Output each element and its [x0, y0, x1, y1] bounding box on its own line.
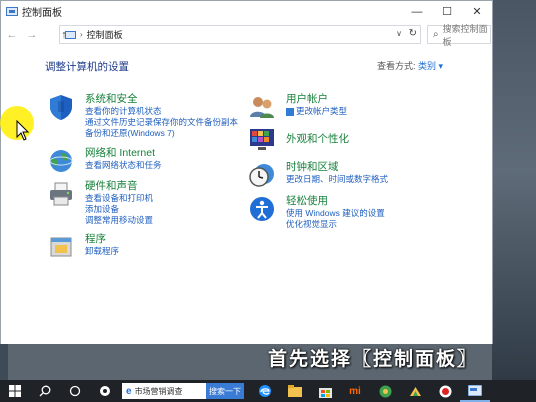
programs-link[interactable]: 卸载程序 — [85, 246, 119, 257]
printer-icon — [50, 182, 72, 206]
address-row: ← → ↑ › 控制面板 ∨ ↻ ⌕ 搜索控制面板 — [1, 24, 492, 47]
control-panel-icon — [65, 30, 76, 39]
browser-search-bar[interactable]: e 市场营销调查 搜索一下 — [122, 383, 244, 399]
record-icon[interactable] — [430, 380, 460, 402]
category-system-security: 系统和安全 查看你的计算机状态 通过文件历史记录保存你的文件备份副本 备份和还原… — [47, 93, 238, 139]
video-caption: 首先选择〖控制面板〗 — [268, 348, 479, 370]
category-hardware: 硬件和声音 查看设备和打印机 添加设备 调整常用移动设置 — [47, 180, 153, 226]
ease-of-access-icon — [250, 197, 274, 221]
desktop-background-right — [492, 0, 536, 380]
edge-icon[interactable] — [250, 380, 280, 402]
view-by-label: 查看方式: — [377, 61, 416, 71]
user-accounts-title[interactable]: 用户帐户 — [286, 93, 347, 106]
breadcrumb[interactable]: 控制面板 — [87, 28, 123, 41]
chevron-down-icon[interactable]: ∨ — [396, 29, 402, 38]
search-input[interactable]: ⌕ 搜索控制面板 — [427, 24, 491, 47]
clock-icon — [249, 164, 274, 187]
system-security-title[interactable]: 系统和安全 — [85, 93, 238, 106]
app-icon[interactable] — [90, 380, 120, 402]
windows-start-icon[interactable] — [0, 380, 30, 402]
address-bar[interactable]: › 控制面板 ∨ ↻ — [59, 25, 421, 44]
appearance-icon — [250, 129, 274, 150]
uac-shield-icon — [286, 107, 294, 116]
back-button[interactable]: ← — [5, 27, 19, 43]
mail-app-icon[interactable] — [400, 380, 430, 402]
user-accounts-link[interactable]: 更改帐户类型 — [286, 106, 347, 117]
category-network: 网络和 Internet 查看网络状态和任务 — [47, 147, 162, 175]
ease-of-access-link[interactable]: 优化视觉显示 — [286, 219, 385, 230]
network-link[interactable]: 查看网络状态和任务 — [85, 160, 162, 171]
hardware-title[interactable]: 硬件和声音 — [85, 180, 153, 193]
green-app-icon[interactable] — [370, 380, 400, 402]
control-panel-icon[interactable] — [460, 380, 490, 402]
minimize-button[interactable]: — — [402, 1, 432, 22]
search-placeholder: 搜索控制面板 — [442, 23, 488, 47]
taskbar-search-input[interactable]: 市场营销调查 — [135, 386, 206, 397]
control-panel-icon — [6, 7, 18, 16]
browser-e-icon: e — [126, 385, 132, 397]
appearance-title[interactable]: 外观和个性化 — [286, 133, 349, 146]
programs-icon — [50, 237, 72, 257]
maximize-button[interactable]: ☐ — [432, 1, 462, 22]
ease-of-access-link[interactable]: 使用 Windows 建议的设置 — [286, 208, 385, 219]
category-appearance: 外观和个性化 — [248, 126, 349, 154]
hardware-link[interactable]: 调整常用移动设置 — [85, 215, 153, 226]
search-icon: ⌕ — [433, 29, 439, 40]
forward-button[interactable]: → — [25, 27, 39, 43]
store-icon[interactable] — [310, 380, 340, 402]
category-programs: 程序 卸载程序 — [47, 233, 119, 261]
window-title: 控制面板 — [22, 8, 62, 19]
network-globe-icon — [49, 150, 73, 172]
category-ease-of-access: 轻松使用 使用 Windows 建议的设置 优化视觉显示 — [248, 195, 385, 230]
task-view-icon[interactable] — [60, 380, 90, 402]
users-icon — [250, 97, 274, 118]
window-controls: — ☐ ✕ — [402, 1, 492, 22]
ease-of-access-title[interactable]: 轻松使用 — [286, 195, 385, 208]
title-bar[interactable]: 控制面板 — ☐ ✕ — [1, 1, 492, 22]
page-title: 调整计算机的设置 — [45, 61, 129, 73]
category-user-accounts: 用户帐户 更改帐户类型 — [248, 93, 347, 121]
system-security-link[interactable]: 查看你的计算机状态 — [85, 106, 238, 117]
taskbar-search-button[interactable]: 搜索一下 — [206, 383, 244, 399]
hardware-link[interactable]: 添加设备 — [85, 204, 153, 215]
refresh-button[interactable]: ↻ — [409, 28, 417, 39]
main-content: 调整计算机的设置 查看方式: 类别 ▾ 系统和安全 查看你的计算机状态 通过文件… — [1, 47, 492, 344]
mi-icon[interactable]: mi — [340, 380, 370, 402]
control-panel-window: 控制面板 — ☐ ✕ ← → ↑ › 控制面板 ∨ ↻ ⌕ 搜索控制面板 调整计… — [0, 0, 493, 344]
clock-region-title[interactable]: 时钟和区域 — [286, 161, 388, 174]
file-explorer-icon[interactable] — [280, 380, 310, 402]
view-by-dropdown[interactable]: 类别 ▾ — [418, 61, 443, 71]
system-security-link[interactable]: 备份和还原(Windows 7) — [85, 128, 238, 139]
programs-title[interactable]: 程序 — [85, 233, 119, 246]
view-by: 查看方式: 类别 ▾ — [377, 59, 443, 72]
close-button[interactable]: ✕ — [462, 1, 492, 22]
network-title[interactable]: 网络和 Internet — [85, 147, 162, 160]
system-security-link[interactable]: 通过文件历史记录保存你的文件备份副本 — [85, 117, 238, 128]
hardware-link[interactable]: 查看设备和打印机 — [85, 193, 153, 204]
clock-region-link[interactable]: 更改日期、时间或数字格式 — [286, 174, 388, 185]
search-icon[interactable] — [30, 380, 60, 402]
shield-icon — [50, 95, 72, 120]
mouse-cursor-icon — [16, 120, 30, 141]
category-clock-region: 时钟和区域 更改日期、时间或数字格式 — [248, 161, 388, 189]
user-accounts-link-text: 更改帐户类型 — [296, 106, 348, 116]
taskbar: e 市场营销调查 搜索一下 mi — [0, 380, 536, 402]
chevron-right-icon: › — [80, 30, 83, 39]
